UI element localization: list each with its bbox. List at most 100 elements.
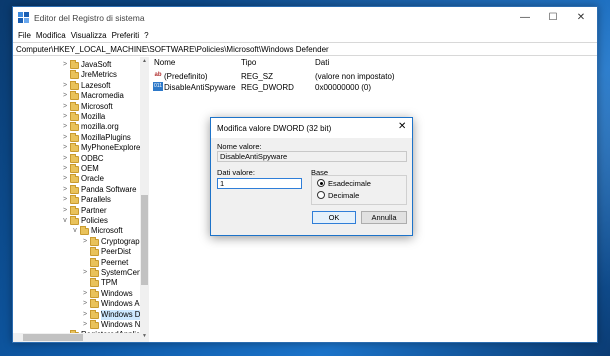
address-bar[interactable]: Computer\HKEY_LOCAL_MACHINE\SOFTWARE\Pol… <box>13 42 597 56</box>
hex-radio-label[interactable]: Esadecimale <box>328 179 371 188</box>
tree-item[interactable]: > JavaSoft <box>13 60 140 70</box>
chevron-down-icon[interactable]: v <box>71 226 79 236</box>
tree-item[interactable]: > Macromedia <box>13 91 140 101</box>
chevron-right-icon[interactable]: > <box>61 102 69 112</box>
chevron-right-icon[interactable]: > <box>81 320 89 330</box>
list-row[interactable]: 011 DisableAntiSpyware REG_DWORD 0x00000… <box>150 82 597 93</box>
menu-preferiti[interactable]: Preferiti <box>112 29 140 42</box>
tree-item[interactable]: > Parallels <box>13 195 140 205</box>
folder-icon <box>70 195 79 205</box>
tree-item-label: Microsoft <box>81 101 113 111</box>
menu-visualizza[interactable]: Visualizza <box>71 29 107 42</box>
dialog-body: Nome valore: DisableAntiSpyware Dati val… <box>211 138 412 235</box>
chevron-right-icon[interactable]: > <box>61 91 69 101</box>
tree-item[interactable]: > MyPhoneExplorer <box>13 143 143 153</box>
chevron-right-icon[interactable]: > <box>61 112 69 122</box>
tree-horizontal-scrollbar[interactable] <box>13 333 140 342</box>
tree-item[interactable]: >Windows Defender <box>13 309 148 320</box>
tree-item[interactable]: Peernet <box>13 257 140 268</box>
tree-item-label: Peernet <box>101 257 129 267</box>
tree-item[interactable]: > Panda Software <box>13 184 140 195</box>
menu-file[interactable]: File <box>18 29 31 42</box>
folder-icon <box>70 132 79 142</box>
hscroll-thumb[interactable] <box>23 334 83 341</box>
folder-icon <box>70 80 79 90</box>
tree-item[interactable]: > OEM <box>13 164 140 174</box>
scroll-down-arrow-icon[interactable]: ▼ <box>140 333 149 339</box>
chevron-right-icon[interactable]: > <box>61 143 69 153</box>
hex-radio[interactable] <box>317 179 325 187</box>
chevron-right-icon[interactable]: > <box>61 195 69 205</box>
tree-item[interactable]: > Lazesoft <box>13 80 140 91</box>
tree-item-label: ODBC <box>81 153 104 163</box>
list-row[interactable]: ab (Predefinito) REG_SZ (valore non impo… <box>150 71 597 82</box>
folder-icon <box>90 288 99 298</box>
tree-item[interactable]: TPM <box>13 278 140 288</box>
tree-item[interactable]: > MozillaPlugins <box>13 132 140 143</box>
chevron-right-icon[interactable]: > <box>81 289 89 299</box>
value-data-input[interactable]: 1 <box>217 178 302 189</box>
chevron-down-icon[interactable]: v <box>61 216 69 226</box>
tree-item[interactable]: JreMetrics <box>13 70 140 80</box>
column-header-type[interactable]: Tipo <box>241 57 256 69</box>
chevron-right-icon[interactable]: > <box>61 206 69 216</box>
tree-item[interactable]: > Oracle <box>13 174 140 184</box>
dword-value-icon: 011 <box>153 82 163 91</box>
tree-item[interactable]: > Mozilla <box>13 112 140 122</box>
dec-radio[interactable] <box>317 191 325 199</box>
tree-item[interactable]: > Windows NT <box>13 320 145 330</box>
tree-item[interactable]: > Cryptography <box>13 236 148 247</box>
dialog-close-icon[interactable]: ✕ <box>398 121 406 132</box>
tree-item[interactable]: > ODBC <box>13 153 140 164</box>
folder-icon <box>70 122 79 132</box>
tree-item-label: JavaSoft <box>81 60 112 69</box>
menu-help[interactable]: ? <box>144 29 148 42</box>
tree-item[interactable]: >SystemCertificates <box>13 268 148 278</box>
string-value-icon: ab <box>154 72 162 78</box>
tree-item[interactable]: v Microsoft <box>13 226 140 236</box>
tree-item[interactable]: PeerDist <box>13 247 140 257</box>
chevron-right-icon[interactable]: > <box>61 122 69 132</box>
value-type: REG_DWORD <box>241 83 294 92</box>
value-type: REG_SZ <box>241 72 274 81</box>
column-header-data[interactable]: Dati <box>315 57 329 69</box>
chevron-right-icon[interactable]: > <box>81 310 89 320</box>
folder-icon <box>90 268 99 277</box>
chevron-right-icon[interactable]: > <box>61 164 69 174</box>
dec-radio-label[interactable]: Decimale <box>328 191 359 200</box>
registry-tree: > JavaSoft JreMetrics > Lazesoft > Macromedia >… <box>13 57 149 342</box>
chevron-right-icon[interactable]: > <box>61 60 69 70</box>
cancel-button[interactable]: Annulla <box>361 211 407 224</box>
chevron-right-icon[interactable]: > <box>61 185 69 195</box>
scroll-up-arrow-icon[interactable]: ▲ <box>140 58 149 64</box>
scroll-thumb[interactable] <box>141 195 148 285</box>
column-header-name[interactable]: Nome <box>154 57 175 69</box>
chevron-right-icon[interactable]: > <box>81 237 89 247</box>
tree-item-label: Lazesoft <box>81 80 111 90</box>
tree-item[interactable]: v Policies <box>13 216 140 226</box>
menu-modifica[interactable]: Modifica <box>36 29 66 42</box>
folder-icon <box>90 257 99 267</box>
close-button[interactable]: ✕ <box>565 7 597 29</box>
tree-item-label: OEM <box>81 164 99 173</box>
value-name: DisableAntiSpyware <box>164 83 236 92</box>
ok-button[interactable]: OK <box>312 211 356 224</box>
tree-item[interactable]: >Windows Advanced Threat Protection <box>13 299 148 309</box>
title-bar[interactable]: Editor del Registro di sistema — ☐ ✕ <box>13 7 597 29</box>
chevron-right-icon[interactable]: > <box>81 268 89 278</box>
tree-item[interactable]: > mozilla.org <box>13 122 140 132</box>
chevron-right-icon[interactable]: > <box>61 81 69 91</box>
tree-item[interactable]: > Microsoft <box>13 101 140 112</box>
folder-icon <box>70 216 79 225</box>
tree-vertical-scrollbar[interactable]: ▲ ▼ <box>140 57 149 342</box>
tree-item[interactable]: > Windows <box>13 288 140 299</box>
chevron-right-icon[interactable]: > <box>81 299 89 309</box>
tree-item[interactable]: > Partner <box>13 205 140 216</box>
chevron-right-icon[interactable]: > <box>61 133 69 143</box>
chevron-right-icon[interactable]: > <box>61 174 69 184</box>
chevron-right-icon[interactable]: > <box>61 154 69 164</box>
folder-icon <box>70 205 79 215</box>
tree-item-label: Mozilla <box>81 112 106 121</box>
folder-icon <box>90 299 99 309</box>
tree-item-label: Parallels <box>81 195 111 205</box>
